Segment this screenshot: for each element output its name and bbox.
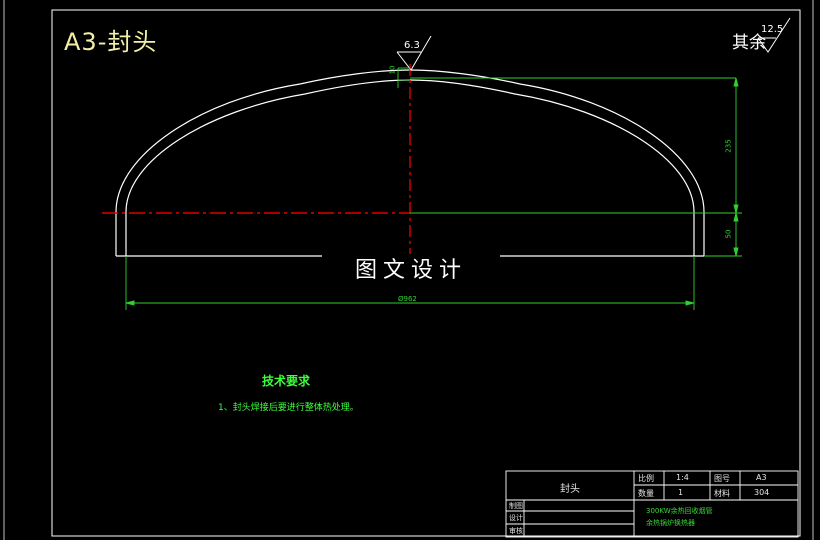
tech-requirements-title: 技术要求 [262,374,311,388]
title-block-project-line-2: 余热锅炉换热器 [646,519,695,527]
dome-height-dimension: 235 [724,139,733,153]
title-block-scale-value: 1:4 [676,473,689,482]
tech-requirement-item: 1、封头焊接后要进行整体热处理。 [218,403,359,413]
roughness-default-value: 12.5 [761,24,784,35]
thickness-dimension: 10 [388,65,397,75]
straight-height-dimension: 50 [724,229,733,239]
title-block-scale-label: 比例 [638,474,654,483]
title-block-material-value: 304 [754,488,770,497]
sheet-title: A3-封头 [64,28,158,56]
title-block-row-label: 设计 [509,514,523,522]
watermark: 图文设计 [322,254,500,288]
title-block-sheet-value: A3 [756,473,767,482]
title-block-material-label: 材料 [714,489,730,498]
title-block-quantity-value: 1 [678,488,684,497]
title-block-sheet-label: 图号 [714,474,730,483]
title-block-part-name: 封头 [560,484,580,495]
title-block-quantity-label: 数量 [638,489,654,498]
diameter-dimension: Ø962 [398,295,417,303]
title-block-project-line-1: 300KW余热回收烟管 [646,507,713,515]
title-block-row-label: 制图 [509,502,523,510]
title-block-row-label: 审核 [509,527,523,535]
surface-roughness-value: 6.3 [404,40,420,51]
